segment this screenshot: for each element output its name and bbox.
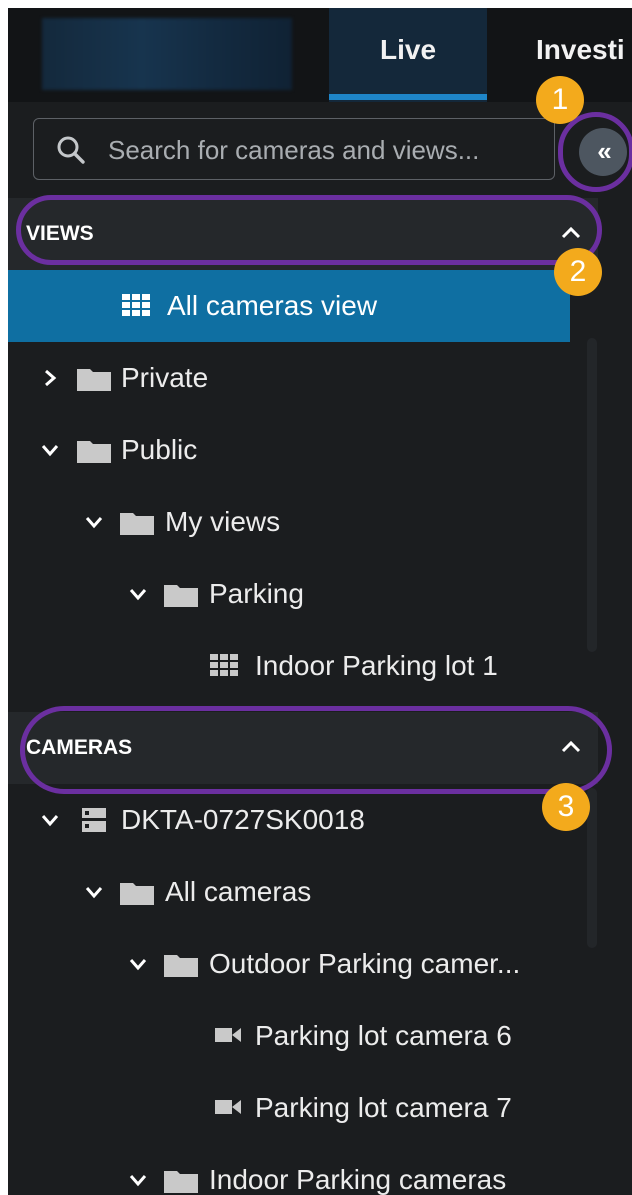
view-item-indoor-parking-lot-1[interactable]: Indoor Parking lot 1 [8, 630, 570, 702]
folder-icon [164, 955, 198, 977]
grid-view-icon [122, 294, 150, 316]
tree-item-label: Private [121, 362, 209, 393]
callout-ring-1 [558, 112, 632, 192]
callout-ring-2 [16, 195, 602, 265]
chevron-down-icon[interactable] [40, 442, 60, 458]
app-window: Live Investi « VIEWS All cameras view [8, 8, 632, 1195]
tree-item-all-cameras[interactable]: All cameras [8, 856, 570, 928]
tree-item-my-views[interactable]: My views [8, 486, 570, 558]
tree-item-private[interactable]: Private [8, 342, 570, 414]
callout-badge-2: 2 [554, 248, 602, 296]
tree-item-indoor-parking-cameras[interactable]: Indoor Parking cameras [8, 1144, 570, 1195]
tree-item-outdoor-parking-cameras[interactable]: Outdoor Parking camer... [8, 928, 570, 1000]
blurred-logo [42, 18, 292, 90]
folder-icon [164, 585, 198, 607]
tree-item-label: Parking lot camera 6 [255, 1020, 512, 1051]
callout-ring-3 [20, 706, 612, 794]
folder-icon [120, 883, 154, 905]
active-tab-indicator [329, 94, 487, 100]
tree-item-label: Indoor Parking lot 1 [255, 650, 498, 681]
tree-item-label: My views [165, 506, 281, 537]
chevron-down-icon[interactable] [84, 884, 104, 900]
chevron-down-icon[interactable] [84, 514, 104, 530]
chevron-down-icon[interactable] [40, 812, 60, 828]
search-icon [57, 136, 85, 164]
camera-item-parking-lot-6[interactable]: Parking lot camera 6 [8, 1000, 570, 1072]
tree-item-label: Indoor Parking cameras [209, 1164, 507, 1195]
search-box[interactable] [33, 118, 555, 181]
folder-icon [77, 369, 111, 391]
search-input[interactable] [106, 119, 550, 181]
tree-item-label: All cameras [165, 876, 312, 907]
view-item-all-cameras[interactable]: All cameras view [8, 270, 570, 342]
chevron-down-icon[interactable] [128, 1172, 148, 1188]
view-item-label: All cameras view [167, 290, 378, 321]
tree-item-label: Parking [209, 578, 304, 609]
chevron-down-icon[interactable] [128, 586, 148, 602]
server-icon [82, 808, 106, 832]
callout-badge-3: 3 [542, 783, 590, 831]
callout-badge-1: 1 [536, 76, 584, 124]
tree-item-server[interactable]: DKTA-0727SK0018 [8, 784, 570, 856]
folder-icon [120, 513, 154, 535]
folder-icon [164, 1171, 198, 1193]
tree-item-parking[interactable]: Parking [8, 558, 570, 630]
tree-item-label: Public [121, 434, 198, 465]
video-camera-icon [215, 1100, 241, 1114]
tree-item-label: Outdoor Parking camer... [209, 948, 521, 979]
views-scrollbar[interactable] [587, 338, 597, 652]
folder-icon [77, 441, 111, 463]
chevron-down-icon[interactable] [128, 956, 148, 972]
tree-item-label: Parking lot camera 7 [255, 1092, 512, 1123]
tab-live[interactable]: Live [329, 8, 487, 102]
camera-item-parking-lot-7[interactable]: Parking lot camera 7 [8, 1072, 570, 1144]
chevron-right-icon[interactable] [42, 368, 58, 388]
tree-item-label: DKTA-0727SK0018 [121, 804, 365, 835]
grid-view-icon [210, 654, 238, 676]
video-camera-icon [215, 1028, 241, 1042]
tree-item-public[interactable]: Public [8, 414, 570, 486]
